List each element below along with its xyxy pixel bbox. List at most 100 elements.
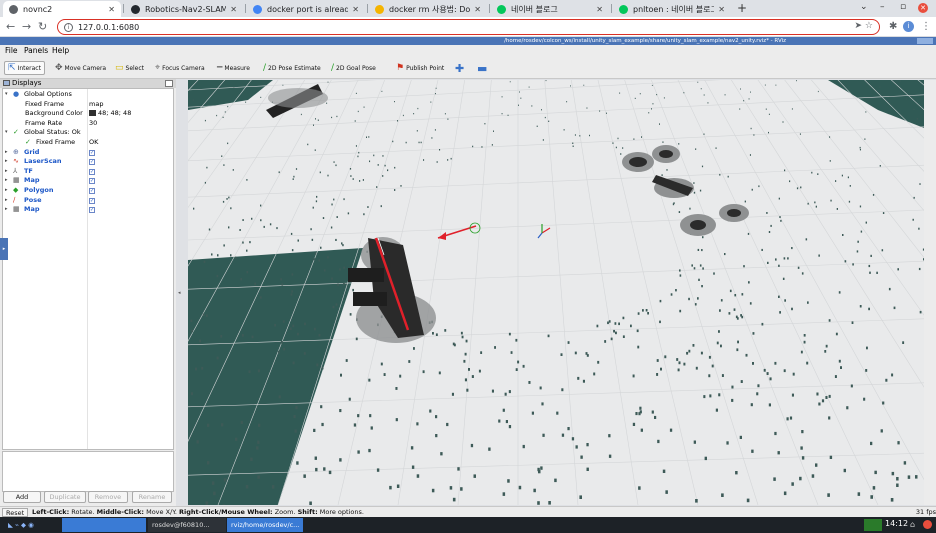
tab-close-icon[interactable]: ✕ bbox=[596, 5, 603, 14]
enable-checkbox[interactable]: ✓ bbox=[89, 159, 95, 166]
tool-interact[interactable]: ⇱ Interact bbox=[4, 61, 45, 75]
taskbar-item-rviz[interactable]: rviz/home/rosdev/c... bbox=[227, 518, 303, 532]
duplicate-display-button[interactable]: Duplicate bbox=[44, 491, 86, 503]
back-icon[interactable]: ← bbox=[6, 20, 15, 33]
new-tab-button[interactable]: + bbox=[737, 1, 747, 15]
display-value[interactable]: map bbox=[89, 100, 103, 108]
display-row[interactable]: ▸ ▦ Map ✓ bbox=[3, 205, 173, 215]
display-row[interactable]: ▾ ● Global Options bbox=[3, 90, 173, 100]
enable-checkbox[interactable]: ✓ bbox=[89, 149, 95, 156]
profile-avatar[interactable]: i bbox=[903, 21, 914, 32]
remove-tool-icon[interactable]: ▬ bbox=[474, 61, 490, 75]
browser-tab-1[interactable]: Robotics-Nav2-SLAM-Exa✕ bbox=[125, 1, 243, 17]
display-row[interactable]: ▸ ⅄ TF ✓ bbox=[3, 167, 173, 177]
displays-tree[interactable]: ▾ ● Global Options Fixed Frame map Background… bbox=[2, 88, 174, 450]
occupancy-cell bbox=[292, 178, 294, 180]
display-row[interactable]: ▸ ◆ Polygon ✓ bbox=[3, 186, 173, 196]
bookmark-star-icon[interactable]: ➤ ☆ bbox=[855, 21, 873, 31]
menu-file[interactable]: File bbox=[5, 46, 18, 55]
occupancy-cell bbox=[246, 271, 249, 274]
expander-icon[interactable]: ▸ bbox=[5, 186, 8, 196]
rviz-title-bar: /home/rosdev/colcon_ws/install/unity_sla… bbox=[0, 37, 936, 45]
power-icon[interactable] bbox=[923, 520, 932, 529]
expander-icon[interactable]: ▸ bbox=[5, 148, 8, 158]
remove-display-button[interactable]: Remove bbox=[88, 491, 128, 503]
add-tool-icon[interactable]: ✚ bbox=[452, 61, 467, 75]
tab-close-icon[interactable]: ✕ bbox=[474, 5, 481, 14]
display-value[interactable]: 30 bbox=[89, 119, 97, 127]
display-type-icon: ⅄ bbox=[13, 166, 18, 175]
color-swatch[interactable] bbox=[89, 110, 96, 117]
tab-close-icon[interactable]: ✕ bbox=[108, 5, 115, 14]
enable-checkbox[interactable]: ✓ bbox=[89, 188, 95, 194]
browser-tab-3[interactable]: docker rm 사용법: Docker✕ bbox=[369, 1, 487, 17]
rename-display-button[interactable]: Rename bbox=[132, 491, 172, 503]
expander-icon[interactable]: ▸ bbox=[5, 176, 8, 186]
display-value[interactable]: 48; 48; 48 bbox=[98, 109, 131, 117]
address-bar[interactable]: i 127.0.0.1:6080 ➤ ☆ bbox=[57, 19, 880, 35]
occupancy-cell bbox=[828, 319, 831, 322]
tool-publish-point[interactable]: ⚑ Publish Point bbox=[393, 61, 447, 75]
map-scene[interactable] bbox=[188, 80, 924, 505]
display-row[interactable]: ▾ ✓ Global Status: Ok bbox=[3, 128, 173, 138]
expander-icon[interactable]: ▸ bbox=[5, 167, 8, 177]
tray-icon[interactable]: ⌂ bbox=[910, 520, 915, 529]
minimize-icon[interactable]: – bbox=[880, 2, 885, 12]
display-row[interactable]: Frame Rate 30 bbox=[3, 119, 173, 129]
enable-checkbox[interactable]: ✓ bbox=[89, 197, 95, 204]
menu-help[interactable]: Help bbox=[52, 46, 69, 55]
occupancy-cell bbox=[912, 218, 914, 221]
display-row[interactable]: ▸ ▦ Map ✓ bbox=[3, 176, 173, 186]
browser-tab-0[interactable]: novnc2 ✕ bbox=[3, 1, 121, 17]
tool-focus-camera[interactable]: ⌖ Focus Camera bbox=[152, 61, 208, 75]
display-row[interactable]: ▸ ∿ LaserScan ✓ bbox=[3, 157, 173, 167]
window-buttons[interactable] bbox=[917, 38, 933, 44]
tool-goal-pose[interactable]: ∕ 2D Goal Pose bbox=[328, 61, 379, 75]
start-menu-icon[interactable]: ◣ ⌁ ◆ ◉ bbox=[4, 518, 38, 532]
panel-toggle-handle[interactable]: ▸ bbox=[0, 238, 8, 260]
tool-pose-estimate[interactable]: ∕ 2D Pose Estimate bbox=[260, 61, 324, 75]
window-close-icon[interactable]: ✕ bbox=[918, 3, 928, 13]
site-info-icon[interactable]: i bbox=[64, 22, 73, 32]
tool-select[interactable]: ▭ Select bbox=[112, 61, 147, 75]
tool-measure[interactable]: ━ Measure bbox=[214, 61, 253, 75]
menu-panels[interactable]: Panels bbox=[24, 46, 48, 55]
enable-checkbox[interactable]: ✓ bbox=[89, 168, 95, 175]
display-value[interactable]: OK bbox=[89, 138, 98, 146]
display-row[interactable]: Fixed Frame map bbox=[3, 100, 173, 110]
expander-icon[interactable]: ▸ bbox=[5, 196, 8, 206]
maximize-icon[interactable]: ▫ bbox=[900, 2, 906, 12]
workspace-switcher[interactable] bbox=[62, 518, 146, 532]
forward-icon[interactable]: → bbox=[22, 20, 31, 33]
extensions-icon[interactable]: ✱ bbox=[889, 21, 897, 32]
expander-icon[interactable]: ▾ bbox=[5, 90, 8, 100]
display-row[interactable]: ✓ Fixed Frame OK bbox=[3, 138, 173, 148]
browser-tab-5[interactable]: pnltoen : 네이버 블로그 ✕ bbox=[613, 1, 731, 17]
add-display-button[interactable]: Add bbox=[3, 491, 41, 503]
occupancy-cell bbox=[801, 272, 804, 275]
display-row[interactable]: ▸ ⊕ Grid ✓ bbox=[3, 148, 173, 158]
occupancy-cell bbox=[291, 290, 293, 293]
tab-close-icon[interactable]: ✕ bbox=[352, 5, 359, 14]
splitter-arrow-icon[interactable]: ◂ bbox=[178, 290, 181, 296]
display-row[interactable]: Background Color 48; 48; 48 bbox=[3, 109, 173, 119]
tool-move-camera[interactable]: ✥ Move Camera bbox=[52, 61, 109, 75]
tab-close-icon[interactable]: ✕ bbox=[230, 5, 237, 14]
reset-button[interactable]: Reset bbox=[2, 508, 29, 517]
enable-checkbox[interactable]: ✓ bbox=[89, 207, 95, 214]
occupancy-cell bbox=[665, 490, 668, 494]
expander-icon[interactable]: ▸ bbox=[5, 157, 8, 167]
browser-tab-2[interactable]: docker port is already allo✕ bbox=[247, 1, 365, 17]
rviz-3d-view[interactable] bbox=[188, 80, 924, 505]
tab-close-icon[interactable]: ✕ bbox=[718, 5, 725, 14]
reload-icon[interactable]: ↻ bbox=[38, 20, 47, 33]
tab-search-icon[interactable]: ⌄ bbox=[860, 2, 868, 12]
display-row[interactable]: ▸ ∕ Pose ✓ bbox=[3, 196, 173, 206]
undock-icon[interactable] bbox=[165, 80, 173, 87]
browser-tab-4[interactable]: 네이버 블로그 ✕ bbox=[491, 1, 609, 17]
taskbar-item-terminal[interactable]: rosdev@f60810... bbox=[148, 518, 226, 532]
expander-icon[interactable]: ▸ bbox=[5, 205, 8, 215]
browser-menu-icon[interactable]: ⋮ bbox=[921, 21, 931, 32]
expander-icon[interactable]: ▾ bbox=[5, 128, 8, 138]
enable-checkbox[interactable]: ✓ bbox=[89, 178, 95, 185]
